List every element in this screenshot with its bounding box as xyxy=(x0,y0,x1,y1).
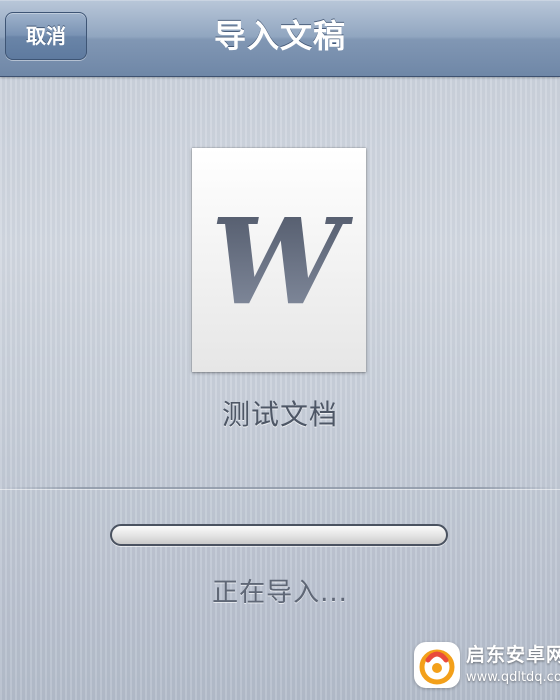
page-title: 导入文稿 xyxy=(213,17,346,55)
watermark: 启东安卓网 www.qdltdq.com xyxy=(414,638,560,696)
cancel-button[interactable]: 取消 xyxy=(5,12,87,60)
document-name: 测试文档 xyxy=(221,398,338,431)
navigation-bar: 取消 导入文稿 xyxy=(0,0,560,77)
document-letter: W xyxy=(211,192,354,331)
qidong-logo-icon xyxy=(414,642,460,688)
import-progress-bar xyxy=(110,524,448,546)
watermark-url: www.qdltdq.com xyxy=(466,670,560,685)
word-document-icon: W xyxy=(192,148,366,372)
divider xyxy=(0,487,560,489)
import-status-text: 正在导入... xyxy=(212,578,348,608)
watermark-name: 启东安卓网 xyxy=(466,644,560,666)
